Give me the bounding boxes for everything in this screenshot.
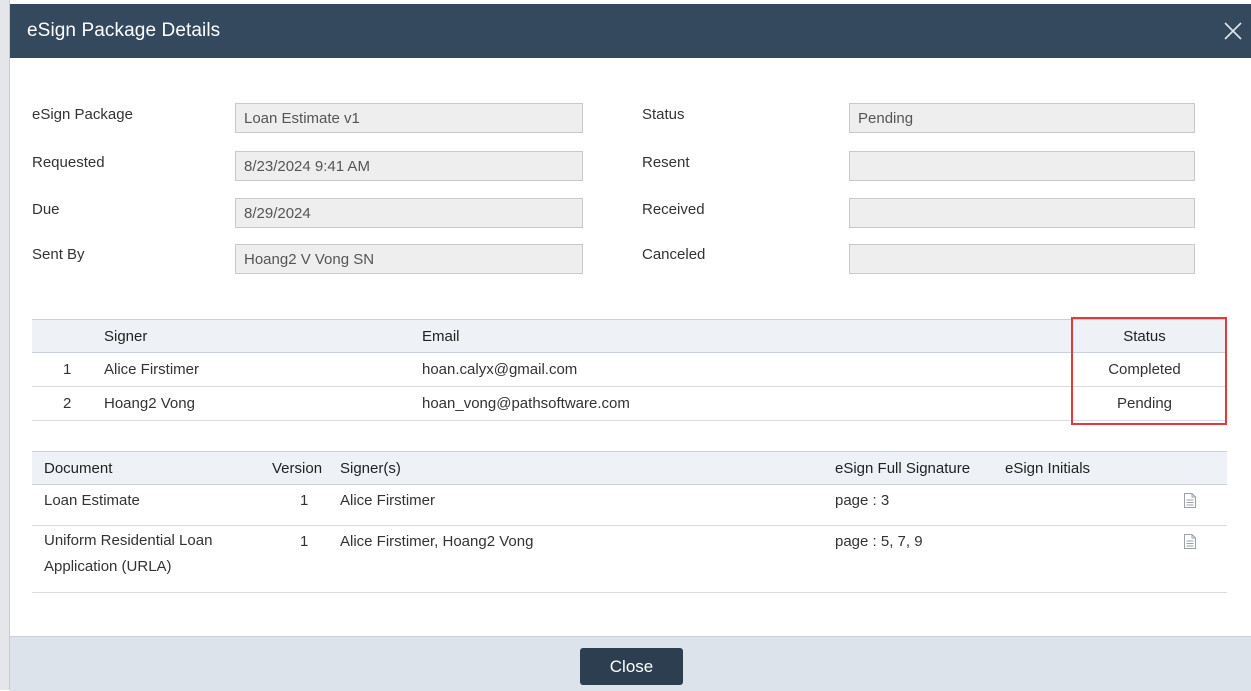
received-label: Received [642,201,705,218]
signer-num: 1 [32,352,104,387]
esign-package-dialog: eSign Package Details eSign Package Loan… [10,4,1251,691]
full-signature-header: eSign Full Signature [833,451,1005,485]
resent-label: Resent [642,154,690,171]
doc-icon-header [1171,451,1227,485]
close-button[interactable]: Close [580,648,683,685]
received-field [849,198,1195,228]
sent-by-field: Hoang2 V Vong SN [235,244,583,274]
document-name: Loan Estimate [32,484,272,526]
signers-table: Signer Email Status 1 Alice Firstimer ho… [32,319,1227,421]
signer-num: 2 [32,386,104,421]
package-field: Loan Estimate v1 [235,103,583,133]
signer-name: Alice Firstimer [104,352,422,387]
table-row: Uniform Residential Loan Application (UR… [32,525,1227,593]
document-version: 1 [272,484,340,526]
table-row: Loan Estimate 1 Alice Firstimer page : 3 [32,484,1227,526]
status-highlight-box [1071,317,1227,425]
document-icon[interactable] [1183,492,1197,509]
status-label: Status [642,106,685,123]
documents-table: Document Version Signer(s) eSign Full Si… [32,451,1227,593]
document-full-signature: page : 3 [833,484,1005,526]
document-signers: Alice Firstimer [340,484,833,526]
background-window-edge [0,0,10,690]
sent-by-label: Sent By [32,246,85,263]
document-initials [1005,484,1171,526]
close-icon[interactable] [1219,17,1247,45]
canceled-field [849,244,1195,274]
document-name: Uniform Residential Loan Application (UR… [32,525,272,593]
document-name-line1: Uniform Residential Loan [44,532,213,549]
document-version: 1 [272,525,340,593]
status-field: Pending [849,103,1195,133]
document-signers: Alice Firstimer, Hoang2 Vong [340,525,833,593]
table-row: 1 Alice Firstimer hoan.calyx@gmail.com C… [32,352,1227,387]
initials-header: eSign Initials [1005,451,1171,485]
canceled-label: Canceled [642,246,706,263]
signers-header-row: Signer Email Status [32,319,1227,353]
resent-field [849,151,1195,181]
document-initials [1005,525,1171,593]
signer-name: Hoang2 Vong [104,386,422,421]
package-label: eSign Package [32,106,133,123]
due-field: 8/29/2024 [235,198,583,228]
signer-email: hoan_vong@pathsoftware.com [422,386,1062,421]
dialog-title: eSign Package Details [27,20,221,41]
document-icon-cell [1171,484,1227,526]
email-header: Email [422,319,1062,353]
dialog-titlebar: eSign Package Details [10,4,1251,58]
signer-email: hoan.calyx@gmail.com [422,352,1062,387]
documents-header-row: Document Version Signer(s) eSign Full Si… [32,451,1227,485]
signer-num-header [32,319,104,353]
document-icon[interactable] [1183,533,1197,550]
document-header: Document [32,451,272,485]
signer-header: Signer [104,319,422,353]
requested-label: Requested [32,154,105,171]
requested-field: 8/23/2024 9:41 AM [235,151,583,181]
signers-header: Signer(s) [340,451,833,485]
document-full-signature: page : 5, 7, 9 [833,525,1005,593]
dialog-footer: Close [10,636,1251,691]
document-icon-cell [1171,525,1227,593]
due-label: Due [32,201,60,218]
document-name-line2: Application (URLA) [44,558,172,575]
table-row: 2 Hoang2 Vong hoan_vong@pathsoftware.com… [32,386,1227,421]
version-header: Version [272,451,340,485]
